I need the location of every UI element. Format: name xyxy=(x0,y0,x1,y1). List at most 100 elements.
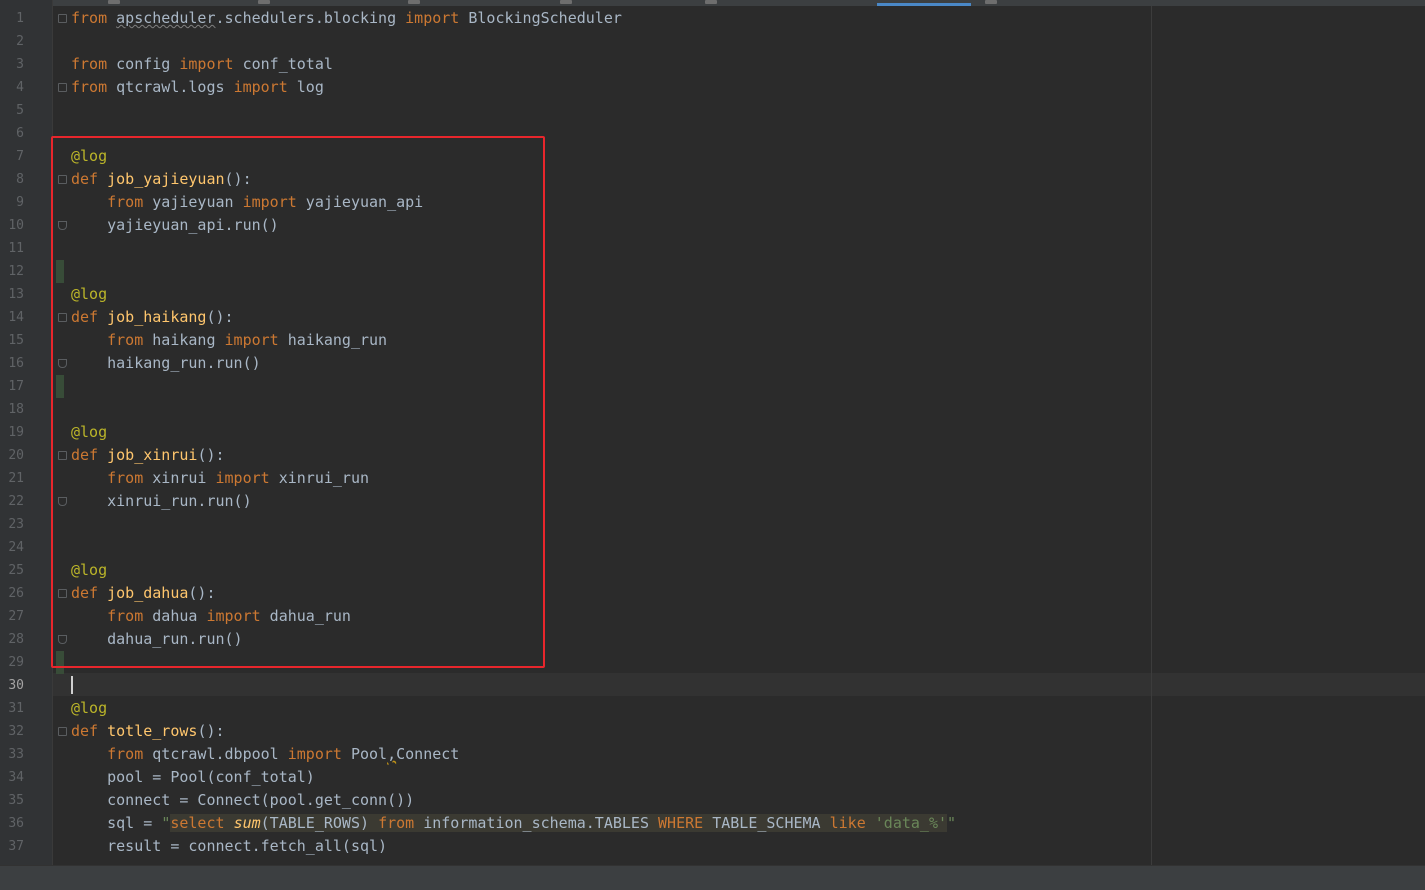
tab-icon[interactable] xyxy=(408,0,420,4)
line-number: 24 xyxy=(8,540,24,555)
code-token: xinrui xyxy=(143,469,216,487)
tab-icon[interactable] xyxy=(705,0,717,4)
fold-marker-icon[interactable] xyxy=(58,497,67,506)
code-text[interactable]: from qtcrawl.dbpool import Pool,Connect xyxy=(71,743,459,766)
editor-line[interactable]: 31 @log xyxy=(0,697,1425,720)
code-text[interactable]: def job_dahua(): xyxy=(71,582,216,605)
line-number: 4 xyxy=(16,80,24,95)
editor-line[interactable]: 28 dahua_run.run() xyxy=(0,628,1425,651)
editor-line[interactable]: 10 yajieyuan_api.run() xyxy=(0,214,1425,237)
code-token: (): xyxy=(197,722,225,740)
code-text[interactable]: haikang_run.run() xyxy=(71,352,261,375)
editor-line[interactable]: 32 def totle_rows(): xyxy=(0,720,1425,743)
editor-line[interactable]: 19 @log xyxy=(0,421,1425,444)
code-text[interactable]: def job_haikang(): xyxy=(71,306,234,329)
editor-line[interactable]: 9 from yajieyuan import yajieyuan_api xyxy=(0,191,1425,214)
fold-marker-icon[interactable] xyxy=(58,83,67,92)
code-text[interactable]: from dahua import dahua_run xyxy=(71,605,351,628)
line-number: 11 xyxy=(8,241,24,256)
fold-marker-icon[interactable] xyxy=(58,359,67,368)
editor-line[interactable]: 6 xyxy=(0,122,1425,145)
editor-line[interactable]: 24 xyxy=(0,536,1425,559)
code-text[interactable]: @log xyxy=(71,697,107,720)
status-bar xyxy=(0,865,1425,890)
editor-line[interactable]: 30 xyxy=(0,674,1425,697)
fold-marker-icon[interactable] xyxy=(58,313,67,322)
code-text[interactable]: from xinrui import xinrui_run xyxy=(71,467,369,490)
editor-line[interactable]: 5 xyxy=(0,99,1425,122)
editor-line[interactable]: 15 from haikang import haikang_run xyxy=(0,329,1425,352)
code-text[interactable]: connect = Connect(pool.get_conn()) xyxy=(71,789,414,812)
editor-line[interactable]: 12 xyxy=(0,260,1425,283)
tab-icon[interactable] xyxy=(108,0,120,4)
editor-line[interactable]: 22 xinrui_run.run() xyxy=(0,490,1425,513)
code-text[interactable]: def totle_rows(): xyxy=(71,720,225,743)
fold-marker-icon[interactable] xyxy=(58,589,67,598)
editor-line[interactable]: 25 @log xyxy=(0,559,1425,582)
line-number: 12 xyxy=(8,264,24,279)
editor-line[interactable]: 18 xyxy=(0,398,1425,421)
code-text[interactable]: from qtcrawl.logs import log xyxy=(71,76,324,99)
code-text[interactable]: @log xyxy=(71,283,107,306)
editor-line[interactable]: 2 xyxy=(0,30,1425,53)
fold-marker-icon[interactable] xyxy=(58,14,67,23)
editor-line[interactable]: 27 from dahua import dahua_run xyxy=(0,605,1425,628)
code-token: yajieyuan_api xyxy=(296,193,424,211)
editor-line[interactable]: 36 sql = "select sum(TABLE_ROWS) from in… xyxy=(0,812,1425,835)
editor-line[interactable]: 35 connect = Connect(pool.get_conn()) xyxy=(0,789,1425,812)
fold-marker-icon[interactable] xyxy=(58,635,67,644)
code-text[interactable]: yajieyuan_api.run() xyxy=(71,214,279,237)
editor-line[interactable]: 3 from config import conf_total xyxy=(0,53,1425,76)
editor-line[interactable]: 13 @log xyxy=(0,283,1425,306)
editor-line[interactable]: 20 def job_xinrui(): xyxy=(0,444,1425,467)
code-token: import xyxy=(233,78,288,96)
code-token: 'data_%' xyxy=(874,814,948,832)
code-text[interactable]: dahua_run.run() xyxy=(71,628,242,651)
editor-line[interactable]: 17 xyxy=(0,375,1425,398)
code-text[interactable]: from config import conf_total xyxy=(71,53,333,76)
tab-icon[interactable] xyxy=(985,0,997,4)
code-text[interactable]: sql = "select sum(TABLE_ROWS) from infor… xyxy=(71,812,956,835)
code-text[interactable]: xinrui_run.run() xyxy=(71,490,252,513)
editor-tab-strip[interactable] xyxy=(0,0,1425,6)
code-text[interactable]: from haikang import haikang_run xyxy=(71,329,387,352)
code-token: @log xyxy=(71,561,108,579)
editor-line[interactable]: 8 def job_yajieyuan(): xyxy=(0,168,1425,191)
code-text[interactable]: @log xyxy=(71,421,107,444)
fold-marker-icon[interactable] xyxy=(58,727,67,736)
code-text[interactable]: from yajieyuan import yajieyuan_api xyxy=(71,191,423,214)
code-token: import xyxy=(224,331,279,349)
editor-line[interactable]: 11 xyxy=(0,237,1425,260)
code-text[interactable]: def job_yajieyuan(): xyxy=(71,168,252,191)
code-text[interactable]: pool = Pool(conf_total) xyxy=(71,766,315,789)
code-text[interactable]: def job_xinrui(): xyxy=(71,444,225,467)
code-editor[interactable]: 1 from apscheduler.schedulers.blocking im… xyxy=(0,0,1425,866)
code-token: @log xyxy=(71,285,108,303)
editor-line[interactable]: 1 from apscheduler.schedulers.blocking im… xyxy=(0,7,1425,30)
editor-line[interactable]: 21 from xinrui import xinrui_run xyxy=(0,467,1425,490)
editor-line[interactable]: 4 from qtcrawl.logs import log xyxy=(0,76,1425,99)
fold-marker-icon[interactable] xyxy=(58,221,67,230)
editor-line[interactable]: 34 pool = Pool(conf_total) xyxy=(0,766,1425,789)
code-text[interactable]: result = connect.fetch_all(sql) xyxy=(71,835,387,858)
tab-icon[interactable] xyxy=(258,0,270,4)
editor-line[interactable]: 23 xyxy=(0,513,1425,536)
editor-line[interactable]: 14 def job_haikang(): xyxy=(0,306,1425,329)
code-text[interactable]: @log xyxy=(71,145,107,168)
fold-marker-icon[interactable] xyxy=(58,175,67,184)
editor-line[interactable]: 29 xyxy=(0,651,1425,674)
code-token: information_schema.TABLES xyxy=(414,814,659,832)
code-token: def xyxy=(71,170,99,188)
editor-line[interactable]: 16 haikang_run.run() xyxy=(0,352,1425,375)
code-text[interactable]: from apscheduler.schedulers.blocking imp… xyxy=(71,7,622,30)
editor-line[interactable]: 33 from qtcrawl.dbpool import Pool,Conne… xyxy=(0,743,1425,766)
fold-marker-icon[interactable] xyxy=(58,451,67,460)
tab-icon[interactable] xyxy=(560,0,572,4)
editor-line[interactable]: 26 def job_dahua(): xyxy=(0,582,1425,605)
code-text[interactable]: @log xyxy=(71,559,107,582)
editor-line[interactable]: 37 result = connect.fetch_all(sql) xyxy=(0,835,1425,858)
line-number: 35 xyxy=(8,793,24,808)
editor-line[interactable]: 7 @log xyxy=(0,145,1425,168)
